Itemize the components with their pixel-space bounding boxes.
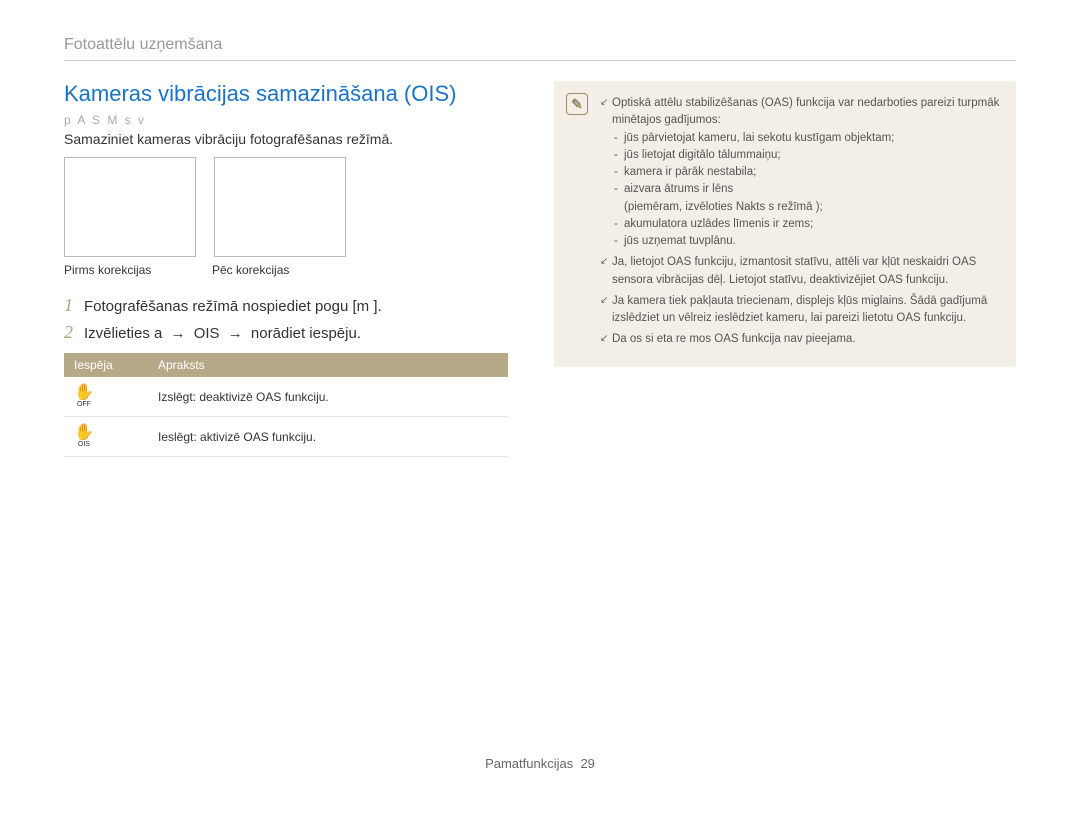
note-subitem: aizvara ātrums ir lēns (piemēram, izvēlo… bbox=[612, 181, 1000, 216]
section-title: Kameras vibrācijas samazināšana (OIS) bbox=[64, 81, 526, 107]
step-2: 2 Izvēlieties a → OIS → norādiet iespēju… bbox=[64, 322, 526, 343]
ois-off-icon: ✋ OFF bbox=[74, 385, 94, 408]
row-desc: Ieslēgt: aktivizē OAS funkciju. bbox=[148, 417, 508, 457]
step-1: 1 Fotografēšanas režīmā nospiediet pogu … bbox=[64, 295, 526, 316]
col-desc: Apraksts bbox=[148, 353, 508, 377]
thumbnail-row bbox=[64, 157, 526, 257]
table-row: ✋ OIS Ieslēgt: aktivizē OAS funkciju. bbox=[64, 417, 508, 457]
caption-before: Pirms korekcijas bbox=[64, 263, 194, 277]
thumb-before bbox=[64, 157, 196, 257]
note-item: Ja kamera tiek pakļauta triecienam, disp… bbox=[600, 293, 1000, 328]
thumb-after bbox=[214, 157, 346, 257]
ois-on-icon: ✋ OIS bbox=[74, 425, 94, 448]
note-item: Optiskā attēlu stabilizēšanas (OAS) funk… bbox=[600, 95, 1000, 250]
options-table: Iespēja Apraksts ✋ OFF Izslēgt: deaktivi… bbox=[64, 353, 508, 457]
note-item: Ja, lietojot OAS funkciju, izmantosit st… bbox=[600, 254, 1000, 289]
mode-letters: p A S M s v bbox=[64, 113, 526, 127]
note-subitem: akumulatora uzlādes līmenis ir zems; bbox=[612, 216, 1000, 233]
step-text: Fotografēšanas režīmā nospiediet pogu [m… bbox=[84, 298, 382, 315]
note-subitem: jūs lietojat digitālo tālummaiņu; bbox=[612, 147, 1000, 164]
footer-page-number: 29 bbox=[580, 756, 594, 771]
note-item: Da os si eta re mos OAS funkcija nav pie… bbox=[600, 331, 1000, 348]
note-icon: ✎ bbox=[566, 93, 588, 115]
arrow-icon: → bbox=[224, 325, 247, 342]
footer-label: Pamatfunkcijas bbox=[485, 756, 573, 771]
col-option: Iespēja bbox=[64, 353, 148, 377]
caption-after: Pēc korekcijas bbox=[212, 263, 342, 277]
note-subitem: jūs uzņemat tuvplānu. bbox=[612, 233, 1000, 250]
note-box: ✎ Optiskā attēlu stabilizēšanas (OAS) fu… bbox=[554, 81, 1016, 367]
intro-text: Samaziniet kameras vibrāciju fotografēša… bbox=[64, 131, 526, 147]
page-footer: Pamatfunkcijas 29 bbox=[0, 756, 1080, 771]
row-desc: Izslēgt: deaktivizē OAS funkciju. bbox=[148, 377, 508, 417]
step-number: 2 bbox=[64, 322, 84, 343]
step-text: Izvēlieties a → OIS → norādiet iespēju. bbox=[84, 325, 361, 342]
arrow-icon: → bbox=[167, 325, 190, 342]
table-row: ✋ OFF Izslēgt: deaktivizē OAS funkciju. bbox=[64, 377, 508, 417]
note-list: Optiskā attēlu stabilizēšanas (OAS) funk… bbox=[600, 95, 1000, 349]
step-number: 1 bbox=[64, 295, 84, 316]
thumbnail-captions: Pirms korekcijas Pēc korekcijas bbox=[64, 263, 526, 277]
steps-list: 1 Fotografēšanas režīmā nospiediet pogu … bbox=[64, 295, 526, 343]
note-subitem: jūs pārvietojat kameru, lai sekotu kustī… bbox=[612, 130, 1000, 147]
note-subitem: kamera ir pārāk nestabila; bbox=[612, 164, 1000, 181]
page-header: Fotoattēlu uzņemšana bbox=[64, 36, 1016, 61]
